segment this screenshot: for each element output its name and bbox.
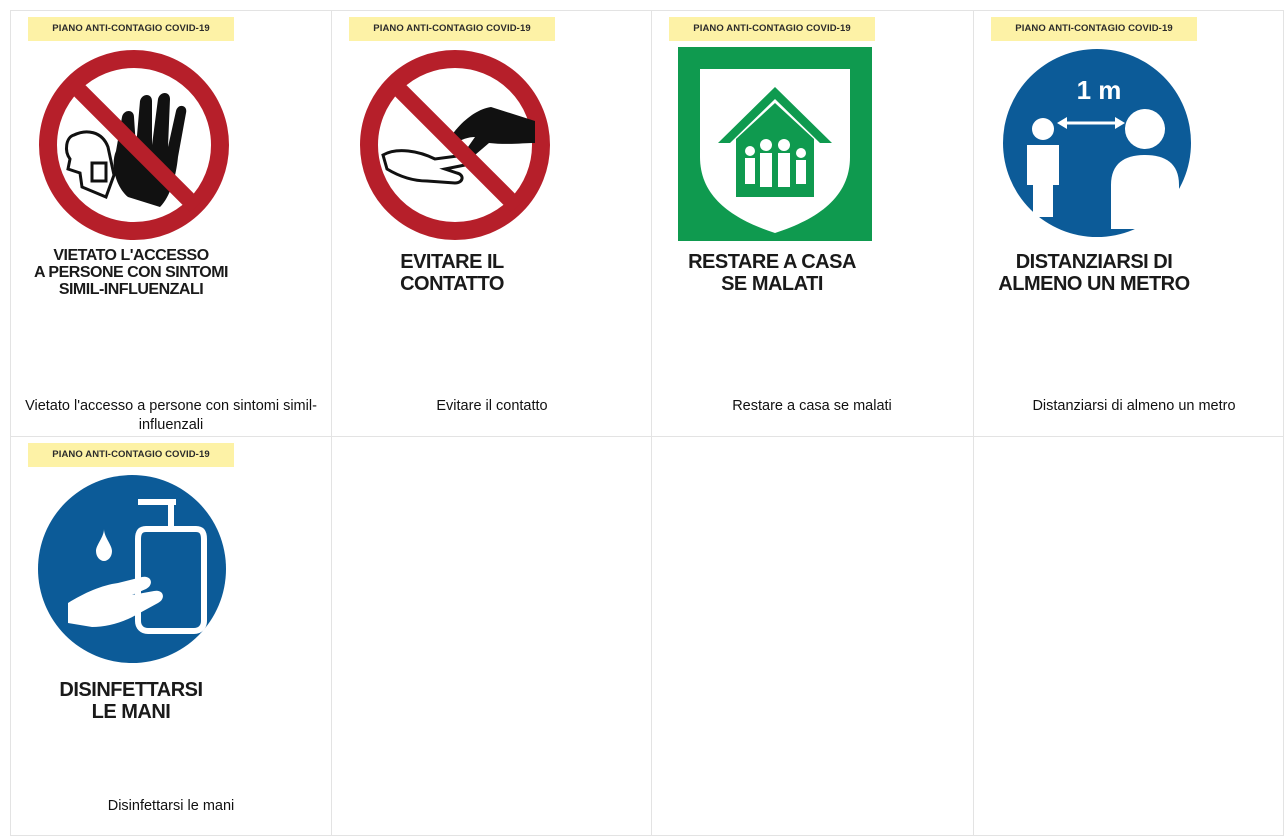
covid-plan-tag: PIANO ANTI-CONTAGIO COVID-19: [28, 17, 234, 41]
house-family-icon: [678, 47, 872, 241]
covid-plan-tag: PIANO ANTI-CONTAGIO COVID-19: [349, 17, 555, 41]
handshake-prohibited-icon: [360, 50, 550, 240]
sign-caption: Distanziarsi di almeno un metro: [1032, 398, 1236, 414]
sign-title: EVITARE IL CONTATTO: [400, 251, 504, 295]
sign-caption: Evitare il contatto: [436, 398, 548, 414]
stop-hand-icon: [39, 50, 229, 240]
empty-cell: [974, 437, 1284, 836]
sign-card: PIANO ANTI-CONTAGIO COVID-19 VIETATO L'A…: [11, 11, 332, 437]
sign-card: PIANO ANTI-CONTAGIO COVID-19 DISINFETTAR…: [11, 437, 332, 836]
sign-card: PIANO ANTI-CONTAGIO COVID-19 RESTARE A C…: [652, 11, 974, 437]
sign-title: DISTANZIARSI DI ALMENO UN METRO: [998, 251, 1190, 295]
empty-cell: [652, 437, 974, 836]
sign-title: RESTARE A CASA SE MALATI: [688, 251, 856, 295]
covid-plan-tag: PIANO ANTI-CONTAGIO COVID-19: [669, 17, 875, 41]
sign-card: PIANO ANTI-CONTAGIO COVID-19 EVITARE IL …: [332, 11, 652, 437]
social-distance-icon: 1 m: [1003, 49, 1191, 237]
hand-sanitizer-icon: [38, 475, 226, 663]
distance-label: 1 m: [1077, 75, 1122, 105]
sign-card: PIANO ANTI-CONTAGIO COVID-19 1 m DISTANZ…: [974, 11, 1284, 437]
sign-caption: Disinfettarsi le mani: [107, 798, 235, 814]
sign-title: VIETATO L'ACCESSO A PERSONE CON SINTOMI …: [34, 247, 228, 298]
empty-cell: [332, 437, 652, 836]
sign-title: DISINFETTARSI LE MANI: [59, 679, 203, 723]
sign-caption: Vietato l'accesso a persone con sintomi …: [25, 398, 317, 433]
covid-plan-tag: PIANO ANTI-CONTAGIO COVID-19: [28, 443, 234, 467]
sign-caption: Restare a casa se malati: [732, 398, 892, 414]
covid-plan-tag: PIANO ANTI-CONTAGIO COVID-19: [991, 17, 1197, 41]
